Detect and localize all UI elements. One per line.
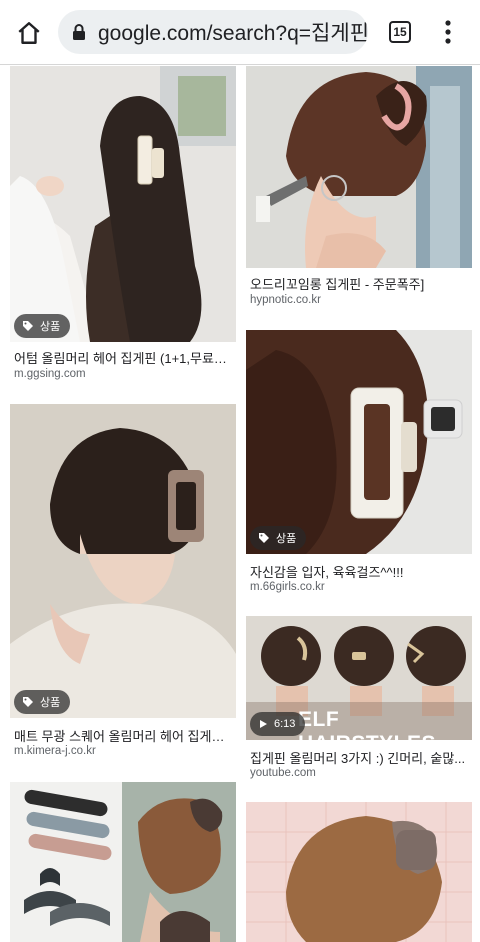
result-source: m.66girls.co.kr bbox=[250, 581, 325, 593]
image-result[interactable]: 상품 어텀 올림머리 헤어 집게핀 (1+1,무료배... m.ggsing.c… bbox=[10, 66, 236, 386]
hair-photo-image bbox=[10, 404, 236, 718]
badge-label: 상품 bbox=[40, 321, 61, 333]
result-title[interactable]: 매트 무광 스퀘어 올림머리 헤어 집게핀 ... bbox=[14, 726, 236, 745]
result-thumbnail[interactable] bbox=[246, 66, 472, 268]
home-icon bbox=[18, 22, 40, 44]
tab-switcher-button[interactable]: 15 bbox=[389, 21, 411, 43]
image-result[interactable]: 상품 매트 무광 스퀘어 올림머리 헤어 집게핀 ... m.kimera-j.… bbox=[10, 404, 236, 764]
image-result[interactable] bbox=[10, 782, 236, 942]
lock-icon bbox=[73, 24, 85, 40]
result-title[interactable]: 자신감을 입자, 육육걸즈^^!!! bbox=[250, 562, 472, 581]
more-menu-icon[interactable] bbox=[438, 18, 458, 46]
hair-photo-image bbox=[246, 66, 472, 268]
hair-photo-image bbox=[246, 802, 472, 942]
video-overlay-text: ELF HAIRSTYLES bbox=[298, 708, 436, 740]
badge-label: 상품 bbox=[276, 533, 297, 545]
result-source: youtube.com bbox=[250, 767, 316, 779]
product-badge: 상품 bbox=[14, 690, 71, 714]
image-result[interactable] bbox=[246, 802, 472, 942]
badge-label: 상품 bbox=[40, 697, 61, 709]
tab-count: 15 bbox=[393, 25, 407, 39]
result-thumbnail[interactable]: ELF HAIRSTYLES 6:13 bbox=[246, 616, 472, 740]
hair-photo-image bbox=[246, 330, 472, 554]
tag-icon bbox=[23, 321, 33, 331]
address-bar[interactable]: google.com/search?q=집게핀 bbox=[58, 10, 368, 54]
tag-icon bbox=[23, 697, 33, 707]
result-thumbnail[interactable] bbox=[10, 782, 236, 942]
image-result[interactable]: 상품 자신감을 입자, 육육걸즈^^!!! m.66girls.co.kr bbox=[246, 330, 472, 600]
result-title[interactable]: 집게핀 올림머리 3가지 :) 긴머리, 숱많... bbox=[250, 748, 472, 767]
video-duration: 6:13 bbox=[274, 718, 296, 730]
hair-photo-image bbox=[10, 782, 236, 942]
result-title[interactable]: 어텀 올림머리 헤어 집게핀 (1+1,무료배... bbox=[14, 348, 236, 367]
hair-photo-image bbox=[10, 66, 236, 342]
result-source: hypnotic.co.kr bbox=[250, 294, 321, 306]
result-thumbnail[interactable]: 상품 bbox=[246, 330, 472, 554]
video-duration-badge: 6:13 bbox=[250, 712, 306, 736]
result-source: m.ggsing.com bbox=[14, 368, 86, 380]
product-badge: 상품 bbox=[14, 314, 71, 338]
home-button[interactable] bbox=[12, 16, 46, 50]
play-icon bbox=[260, 720, 267, 728]
result-source: m.kimera-j.co.kr bbox=[14, 745, 96, 757]
result-title[interactable]: 오드리꼬임롱 집게핀 - 주문폭주] bbox=[250, 274, 472, 293]
result-thumbnail[interactable]: 상품 bbox=[10, 66, 236, 342]
tag-icon bbox=[259, 533, 269, 543]
url-text: google.com/search?q=집게핀 bbox=[98, 22, 368, 45]
result-thumbnail[interactable] bbox=[246, 802, 472, 942]
product-badge: 상품 bbox=[250, 526, 307, 550]
video-result[interactable]: ELF HAIRSTYLES 6:13 집게핀 올림머리 3가지 :) 긴머리,… bbox=[246, 616, 472, 786]
browser-toolbar: google.com/search?q=집게핀 15 bbox=[0, 0, 480, 65]
result-thumbnail[interactable]: 상품 bbox=[10, 404, 236, 718]
image-result[interactable]: 오드리꼬임롱 집게핀 - 주문폭주] hypnotic.co.kr bbox=[246, 66, 472, 316]
